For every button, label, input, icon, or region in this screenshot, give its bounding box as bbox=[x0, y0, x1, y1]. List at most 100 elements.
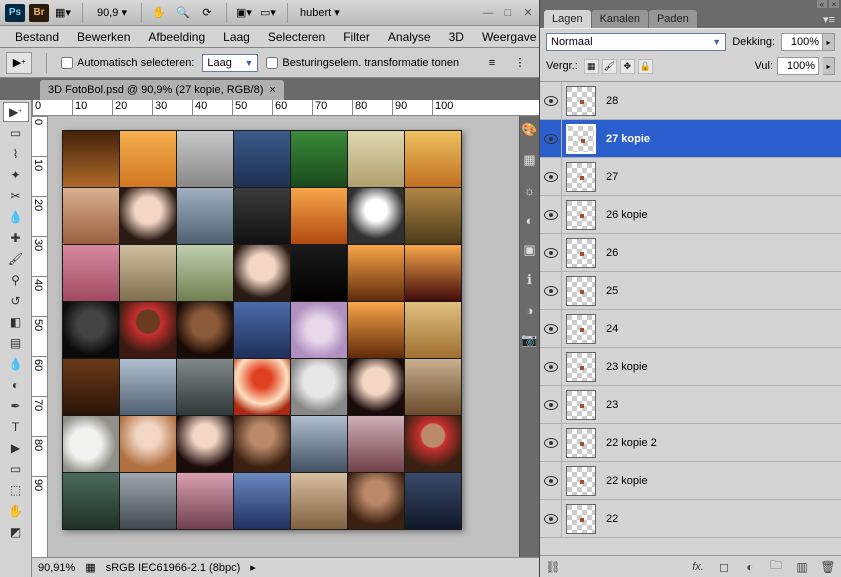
status-zoom[interactable]: 90,91% bbox=[38, 562, 75, 574]
layer-thumbnail[interactable] bbox=[566, 124, 596, 154]
delete-layer-icon[interactable]: 🗑 bbox=[819, 559, 837, 575]
3d-panel-icon[interactable]: 📷 bbox=[522, 332, 538, 348]
menu-analyse[interactable]: Analyse bbox=[379, 28, 440, 46]
hand-tool-icon[interactable]: ✋ bbox=[148, 3, 170, 23]
layer-fx-icon[interactable]: fx. bbox=[689, 559, 707, 575]
path-select-icon[interactable]: ▶ bbox=[3, 438, 29, 458]
layer-name-label[interactable]: 27 kopie bbox=[600, 133, 650, 145]
layer-visibility-toggle[interactable] bbox=[540, 310, 562, 347]
layer-visibility-toggle[interactable] bbox=[540, 500, 562, 537]
artboard[interactable] bbox=[62, 130, 462, 530]
layer-name-label[interactable]: 22 kopie 2 bbox=[600, 437, 657, 449]
fill-flyout-icon[interactable]: ▸ bbox=[823, 57, 835, 75]
layer-mask-icon[interactable]: ◻ bbox=[715, 559, 733, 575]
marquee-tool-icon[interactable]: ▭ bbox=[3, 123, 29, 143]
move-tool-icon[interactable]: ▶+ bbox=[3, 102, 29, 122]
layer-visibility-toggle[interactable] bbox=[540, 424, 562, 461]
layer-visibility-toggle[interactable] bbox=[540, 120, 562, 157]
zoom-display[interactable]: 90,9 ▾ bbox=[97, 6, 127, 19]
blur-tool-icon[interactable]: 💧 bbox=[3, 354, 29, 374]
layer-row[interactable]: 27 bbox=[540, 158, 841, 196]
dodge-tool-icon[interactable]: ◐ bbox=[3, 375, 29, 395]
menu-bewerken[interactable]: Bewerken bbox=[68, 28, 139, 46]
zoom-tool-icon[interactable]: 🔍 bbox=[172, 3, 194, 23]
3d-tool-icon[interactable]: ⬚ bbox=[3, 480, 29, 500]
opacity-input[interactable]: 100% bbox=[781, 33, 823, 51]
current-tool-icon[interactable]: ▶+ bbox=[6, 52, 32, 74]
menu-selecteren[interactable]: Selecteren bbox=[259, 28, 334, 46]
layer-thumbnail[interactable] bbox=[566, 200, 596, 230]
eraser-tool-icon[interactable]: ◧ bbox=[3, 312, 29, 332]
show-transform-checkbox[interactable]: Besturingselem. transformatie tonen bbox=[266, 57, 459, 69]
layer-name-label[interactable]: 23 bbox=[600, 399, 618, 411]
layer-row[interactable]: 26 kopie bbox=[540, 196, 841, 234]
menu-weergave[interactable]: Weergave bbox=[473, 28, 545, 46]
layer-thumbnail[interactable] bbox=[566, 162, 596, 192]
lasso-tool-icon[interactable]: ⌇ bbox=[3, 144, 29, 164]
layer-name-label[interactable]: 28 bbox=[600, 95, 618, 107]
styles-panel-icon[interactable]: ☼ bbox=[522, 182, 538, 198]
layer-thumbnail[interactable] bbox=[566, 466, 596, 496]
layer-thumbnail[interactable] bbox=[566, 428, 596, 458]
layer-thumbnail[interactable] bbox=[566, 504, 596, 534]
close-icon[interactable]: ✕ bbox=[521, 6, 535, 20]
layer-name-label[interactable]: 25 bbox=[600, 285, 618, 297]
tab-paden[interactable]: Paden bbox=[649, 10, 697, 28]
panel-close-icon[interactable]: × bbox=[829, 0, 839, 8]
maximize-icon[interactable]: □ bbox=[501, 6, 515, 20]
group-icon[interactable]: 🗀 bbox=[767, 559, 785, 575]
menu-filter[interactable]: Filter bbox=[334, 28, 379, 46]
layer-row[interactable]: 22 kopie bbox=[540, 462, 841, 500]
layer-visibility-toggle[interactable] bbox=[540, 386, 562, 423]
layer-name-label[interactable]: 23 kopie bbox=[600, 361, 648, 373]
align-icon[interactable]: ≡ bbox=[481, 53, 503, 73]
hand-tool-icon[interactable]: ✋ bbox=[3, 501, 29, 521]
swatches-panel-icon[interactable]: ▦ bbox=[522, 152, 538, 168]
minimize-icon[interactable]: — bbox=[481, 6, 495, 20]
panel-menu-icon[interactable]: ▾≡ bbox=[817, 11, 841, 28]
layer-row[interactable]: 28 bbox=[540, 82, 841, 120]
view-extras-icon[interactable]: ▦▾ bbox=[52, 3, 74, 23]
eyedropper-tool-icon[interactable]: 💧 bbox=[3, 207, 29, 227]
layer-name-label[interactable]: 22 bbox=[600, 513, 618, 525]
brush-tool-icon[interactable]: 🖌 bbox=[3, 249, 29, 269]
status-profile[interactable]: sRGB IEC61966-2.1 (8bpc) bbox=[106, 562, 241, 574]
layer-row[interactable]: 24 bbox=[540, 310, 841, 348]
tab-kanalen[interactable]: Kanalen bbox=[592, 10, 648, 28]
screen-mode-icon[interactable]: ▭▾ bbox=[257, 3, 279, 23]
fill-input[interactable]: 100% bbox=[777, 57, 819, 75]
layer-name-label[interactable]: 26 bbox=[600, 247, 618, 259]
layer-row[interactable]: 23 bbox=[540, 386, 841, 424]
canvas-viewport[interactable] bbox=[48, 116, 519, 557]
menu-3d[interactable]: 3D bbox=[440, 28, 473, 46]
layer-name-label[interactable]: 24 bbox=[600, 323, 618, 335]
layer-visibility-toggle[interactable] bbox=[540, 234, 562, 271]
layer-visibility-toggle[interactable] bbox=[540, 272, 562, 309]
lock-all-icon[interactable]: 🔒 bbox=[638, 59, 653, 74]
layer-thumbnail[interactable] bbox=[566, 352, 596, 382]
layer-thumbnail[interactable] bbox=[566, 390, 596, 420]
layer-thumbnail[interactable] bbox=[566, 86, 596, 116]
layer-visibility-toggle[interactable] bbox=[540, 196, 562, 233]
new-layer-icon[interactable]: ▥ bbox=[793, 559, 811, 575]
panel-collapse-icon[interactable]: « bbox=[817, 0, 827, 8]
color-swatch-icon[interactable]: ◩ bbox=[3, 522, 29, 542]
lock-transparency-icon[interactable]: ▦ bbox=[584, 59, 599, 74]
rotate-view-icon[interactable]: ⟳ bbox=[196, 3, 218, 23]
menu-afbeelding[interactable]: Afbeelding bbox=[139, 28, 214, 46]
layer-row[interactable]: 22 kopie 2 bbox=[540, 424, 841, 462]
color-panel-icon[interactable]: 🎨 bbox=[522, 122, 538, 138]
auto-select-target-dropdown[interactable]: Laag▼ bbox=[202, 54, 258, 72]
adjustment-layer-icon[interactable]: ◐ bbox=[741, 559, 759, 575]
layer-row[interactable]: 25 bbox=[540, 272, 841, 310]
shape-tool-icon[interactable]: ▭ bbox=[3, 459, 29, 479]
layer-visibility-toggle[interactable] bbox=[540, 82, 562, 119]
gradient-tool-icon[interactable]: ▤ bbox=[3, 333, 29, 353]
tab-close-icon[interactable]: × bbox=[269, 84, 275, 96]
info-panel-icon[interactable]: ℹ bbox=[522, 272, 538, 288]
layer-row[interactable]: 26 bbox=[540, 234, 841, 272]
stamp-tool-icon[interactable]: ⚲ bbox=[3, 270, 29, 290]
opacity-flyout-icon[interactable]: ▸ bbox=[823, 33, 835, 51]
arrange-docs-icon[interactable]: ▣▾ bbox=[233, 3, 255, 23]
histogram-panel-icon[interactable]: ◑ bbox=[522, 302, 538, 318]
